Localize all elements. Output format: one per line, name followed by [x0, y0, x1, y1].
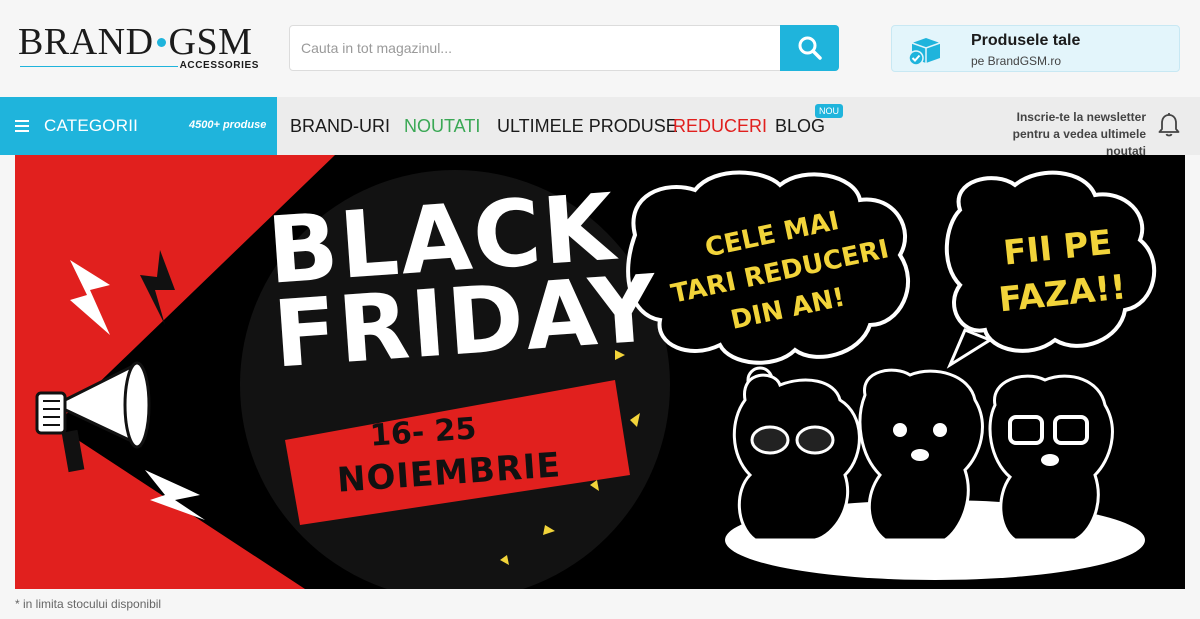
your-products-box[interactable]: Produsele tale pe BrandGSM.ro	[891, 25, 1180, 72]
header: BRANDGSM ACCESSORIES Produsele tale pe B…	[0, 0, 1200, 97]
stock-footnote: * in limita stocului disponibil	[15, 597, 162, 611]
nav-item-brands[interactable]: BRAND-URI	[290, 116, 390, 137]
banner-bubble-text-2: FII PE FAZA!!	[996, 222, 1128, 321]
newsletter-line-1: Inscrie-te la newsletter	[1016, 110, 1146, 124]
banner-title: BLACK FRIDAY	[264, 173, 662, 389]
nav-item-latest-products[interactable]: ULTIMELE PRODUSE	[497, 116, 678, 137]
logo-subtitle: ACCESSORIES	[179, 60, 259, 71]
your-products-subtitle: pe BrandGSM.ro	[971, 54, 1062, 68]
bell-icon[interactable]	[1157, 112, 1181, 138]
hamburger-icon	[15, 120, 29, 132]
logo-wordmark: BRAND GSM	[18, 21, 253, 63]
categories-product-count: 4500+ produse	[189, 119, 267, 131]
search-icon	[798, 36, 822, 60]
new-badge: NOU	[815, 104, 843, 118]
search-input[interactable]	[290, 26, 780, 70]
categories-menu-button[interactable]: CATEGORII 4500+ produse	[0, 97, 277, 155]
categories-label: CATEGORII	[44, 116, 139, 135]
nav-item-discounts[interactable]: REDUCERI	[673, 116, 767, 137]
brand-logo[interactable]: BRAND GSM ACCESSORIES	[18, 22, 263, 72]
search-button[interactable]	[780, 25, 839, 71]
search-bar	[289, 25, 839, 71]
nav-item-news[interactable]: NOUTATI	[404, 116, 480, 137]
banner-dates: 16- 25	[368, 411, 478, 454]
your-products-title: Produsele tale	[971, 32, 1081, 49]
dogs-illustration	[732, 368, 1114, 542]
nav-item-blog[interactable]: BLOG	[775, 116, 825, 137]
box-check-icon	[908, 38, 941, 66]
newsletter-signup-link[interactable]: Inscrie-te la newsletter pentru a vedea …	[1000, 109, 1146, 160]
main-navigation: CATEGORII 4500+ produse BRAND-URI NOUTAT…	[0, 97, 1200, 158]
black-friday-banner[interactable]: BLACK FRIDAY 16- 25 NOIEMBRIE CELE MAI T…	[15, 155, 1185, 589]
